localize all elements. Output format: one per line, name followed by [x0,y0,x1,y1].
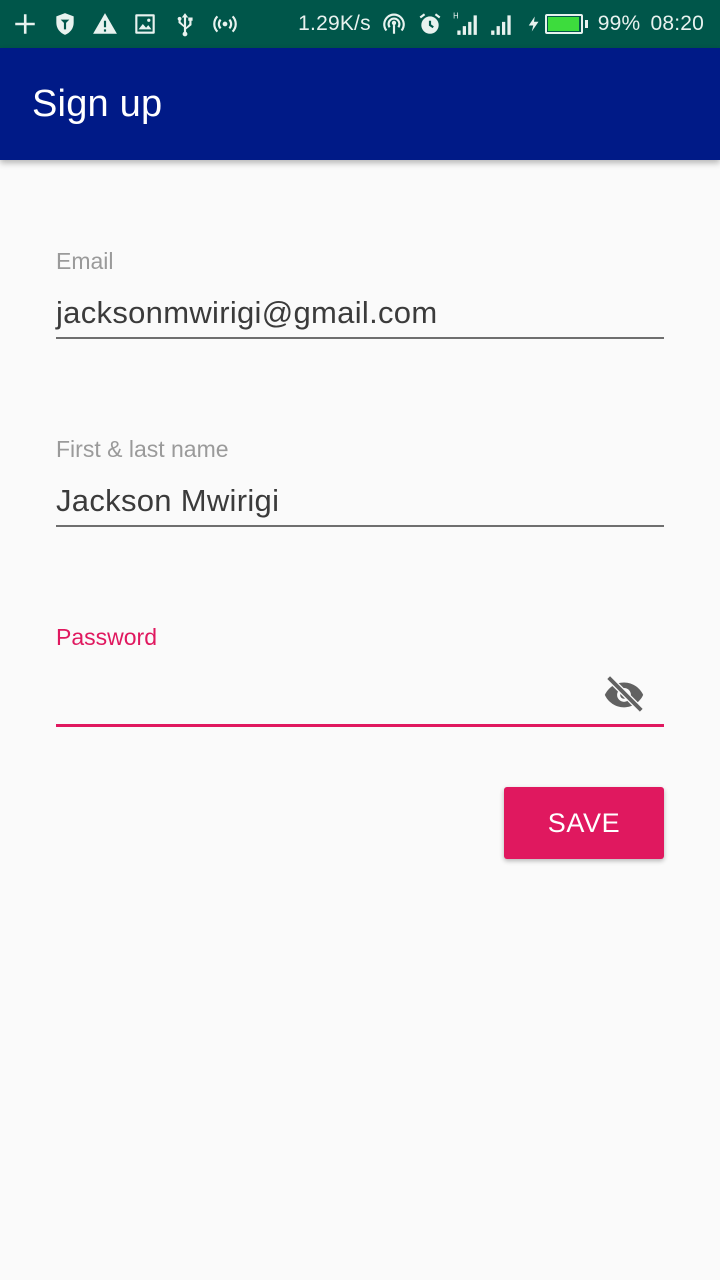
page-title: Sign up [32,82,163,125]
battery-fill [547,17,580,31]
battery-indicator [525,11,588,37]
password-underline [56,724,664,727]
battery-icon [544,14,583,34]
battery-tip [584,20,588,28]
status-bar: 1.29K/s H 99% 08:20 [0,0,720,48]
add-icon [12,11,38,37]
signal-icon [489,11,515,37]
email-input[interactable]: jacksonmwirigi@gmail.com [56,295,437,331]
network-speed: 1.29K/s [298,12,371,35]
alarm-icon [417,11,443,37]
visibility-off-icon[interactable] [600,669,648,717]
name-input[interactable]: Jackson Mwirigi [56,483,279,519]
email-field[interactable]: Email jacksonmwirigi@gmail.com [56,246,664,340]
name-field[interactable]: First & last name Jackson Mwirigi [56,434,664,528]
wifi-tethering-icon [381,11,407,37]
hotspot-icon [212,11,238,37]
clock: 08:20 [650,12,704,35]
name-underline [56,525,664,527]
battery-percent: 99% [597,12,641,35]
save-button[interactable]: SAVE [504,787,664,859]
email-label: Email [56,248,114,274]
shield-icon [52,11,78,37]
name-label: First & last name [56,436,229,462]
signal-h-icon: H [453,11,479,37]
warning-icon [92,11,118,37]
image-icon [132,11,158,37]
svg-text:H: H [453,12,459,21]
app-bar: Sign up [0,48,720,160]
password-field[interactable]: Password [56,622,664,728]
email-underline [56,337,664,339]
usb-icon [172,11,198,37]
password-label: Password [56,624,157,650]
charging-icon [528,16,539,32]
